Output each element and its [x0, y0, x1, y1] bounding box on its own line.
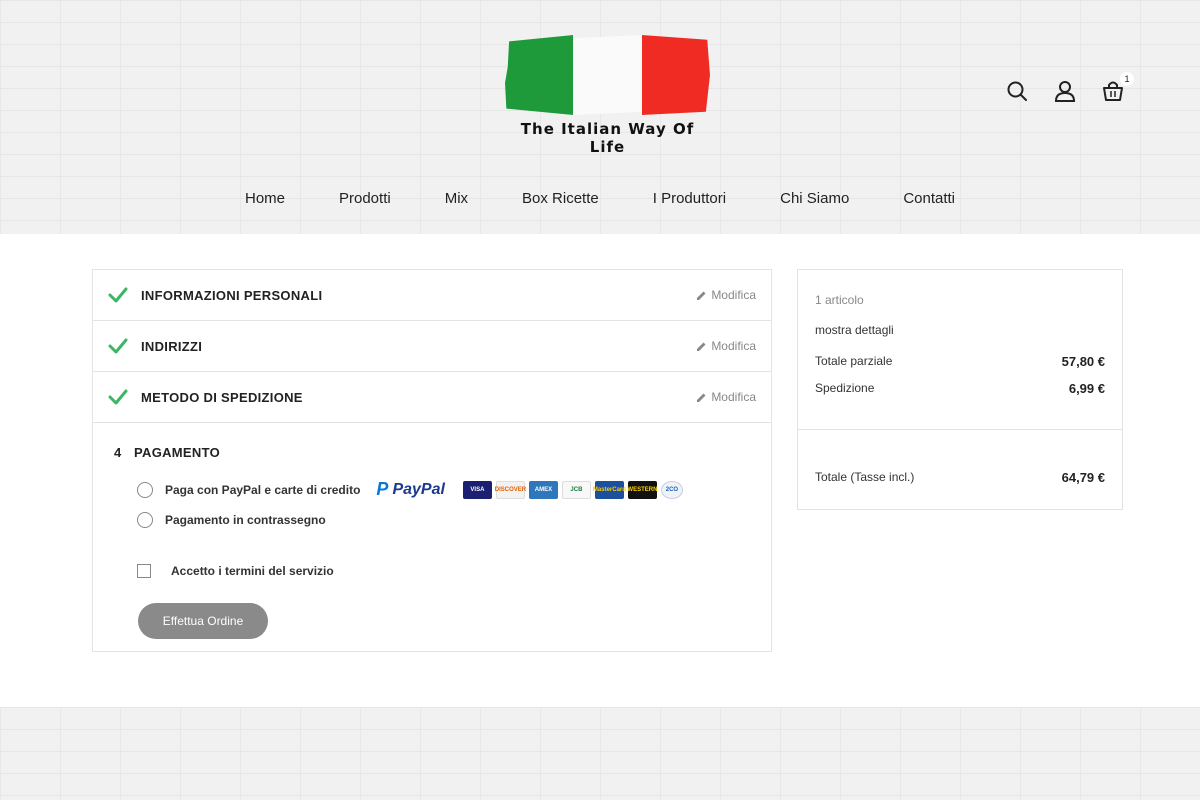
step-shipping-method[interactable]: METODO DI SPEDIZIONE Modifica — [93, 372, 771, 423]
paypal-p-icon: P — [376, 479, 389, 499]
subtotal-value: 57,80 € — [1061, 354, 1105, 369]
step-title: INFORMAZIONI PERSONALI — [141, 287, 323, 303]
site-footer — [0, 707, 1200, 800]
nav-mix[interactable]: Mix — [418, 190, 495, 207]
nav-box-ricette[interactable]: Box Ricette — [495, 190, 626, 207]
terms-checkbox-row[interactable]: Accetto i termini del servizio — [137, 564, 334, 578]
details-row: mostra dettagli — [815, 323, 1105, 337]
nav-chi-siamo[interactable]: Chi Siamo — [753, 190, 876, 207]
step-title: PAGAMENTO — [134, 445, 221, 460]
cart-icon[interactable]: 1 — [1102, 72, 1134, 102]
nav-prodotti[interactable]: Prodotti — [312, 190, 418, 207]
discover-card-icon: DISCOVER — [495, 480, 526, 499]
payment-option-cod[interactable]: Pagamento in contrassegno — [137, 512, 326, 528]
site-header: The Italian Way Of Life 1 Home Prodotti … — [0, 0, 1200, 234]
2co-card-icon: 2CO — [660, 480, 683, 499]
header-actions: 1 — [1006, 72, 1134, 102]
pencil-icon — [697, 291, 706, 300]
subtotal-row: Totale parziale 57,80 € — [815, 354, 1105, 369]
total-label: Totale (Tasse incl.) — [815, 470, 915, 484]
amex-card-icon: AMEX — [528, 480, 558, 499]
paypal-option-label: Paga con PayPal e carte di credito — [165, 482, 361, 497]
check-icon — [108, 389, 128, 405]
checkout-steps: INFORMAZIONI PERSONALI Modifica INDIRIZZ… — [92, 269, 772, 652]
italian-flag-logo-icon — [505, 35, 710, 115]
card-logos: VISA DISCOVER AMEX JCB MasterCard WESTER… — [462, 480, 683, 499]
step-personal-info[interactable]: INFORMAZIONI PERSONALI Modifica — [93, 270, 771, 321]
cart-summary: 1 articolo mostra dettagli Totale parzia… — [797, 269, 1123, 510]
edit-addresses-link[interactable]: Modifica — [696, 339, 756, 353]
shipping-value: 6,99 € — [1068, 381, 1105, 396]
place-order-button[interactable]: Effettua Ordine — [138, 603, 268, 639]
cod-radio[interactable] — [137, 512, 153, 528]
total-value: 64,79 € — [1061, 470, 1105, 485]
terms-checkbox[interactable] — [137, 564, 151, 578]
edit-label: Modifica — [711, 390, 756, 404]
check-icon — [108, 338, 128, 354]
user-account-icon[interactable] — [1054, 80, 1076, 102]
payment-option-paypal[interactable]: Paga con PayPal e carte di credito P Pay… — [137, 479, 683, 500]
subtotal-label: Totale parziale — [815, 354, 893, 368]
edit-personal-info-link[interactable]: Modifica — [696, 288, 756, 302]
shipping-label: Spedizione — [815, 381, 875, 395]
search-icon[interactable] — [1006, 80, 1028, 102]
paypal-logo: P PayPal — [376, 479, 445, 500]
shipping-row: Spedizione 6,99 € — [815, 381, 1105, 396]
mastercard-card-icon: MasterCard — [593, 480, 626, 499]
edit-label: Modifica — [711, 288, 756, 302]
pencil-icon — [697, 342, 706, 351]
pencil-icon — [697, 393, 706, 402]
terms-label: Accetto i termini del servizio — [171, 564, 334, 578]
step-title: INDIRIZZI — [141, 338, 203, 354]
jcb-card-icon: JCB — [561, 480, 591, 499]
edit-label: Modifica — [711, 339, 756, 353]
items-count-row: 1 articolo — [815, 293, 1105, 307]
logo-text: The Italian Way Of Life — [520, 120, 695, 156]
visa-card-icon: VISA — [462, 480, 492, 499]
check-icon — [108, 287, 128, 303]
step-number: 4 — [114, 445, 122, 460]
western-union-card-icon: WESTERN — [627, 480, 657, 499]
show-details-link[interactable]: mostra dettagli — [815, 323, 894, 337]
summary-details: 1 articolo mostra dettagli Totale parzia… — [798, 270, 1122, 430]
nav-home[interactable]: Home — [218, 190, 312, 207]
nav-contatti[interactable]: Contatti — [876, 190, 982, 207]
edit-shipping-link[interactable]: Modifica — [696, 390, 756, 404]
step-title: METODO DI SPEDIZIONE — [141, 389, 303, 405]
nav-produttori[interactable]: I Produttori — [626, 190, 753, 207]
paypal-logo-text: PayPal — [392, 480, 445, 498]
total-row: Totale (Tasse incl.) 64,79 € — [815, 470, 1105, 485]
cart-count-badge: 1 — [1120, 72, 1134, 86]
site-logo[interactable]: The Italian Way Of Life — [500, 30, 715, 156]
cod-option-label: Pagamento in contrassegno — [165, 513, 326, 527]
step-addresses[interactable]: INDIRIZZI Modifica — [93, 321, 771, 372]
paypal-radio[interactable] — [137, 481, 153, 498]
main-nav: Home Prodotti Mix Box Ricette I Produtto… — [0, 190, 1200, 207]
items-count: 1 articolo — [815, 293, 864, 307]
